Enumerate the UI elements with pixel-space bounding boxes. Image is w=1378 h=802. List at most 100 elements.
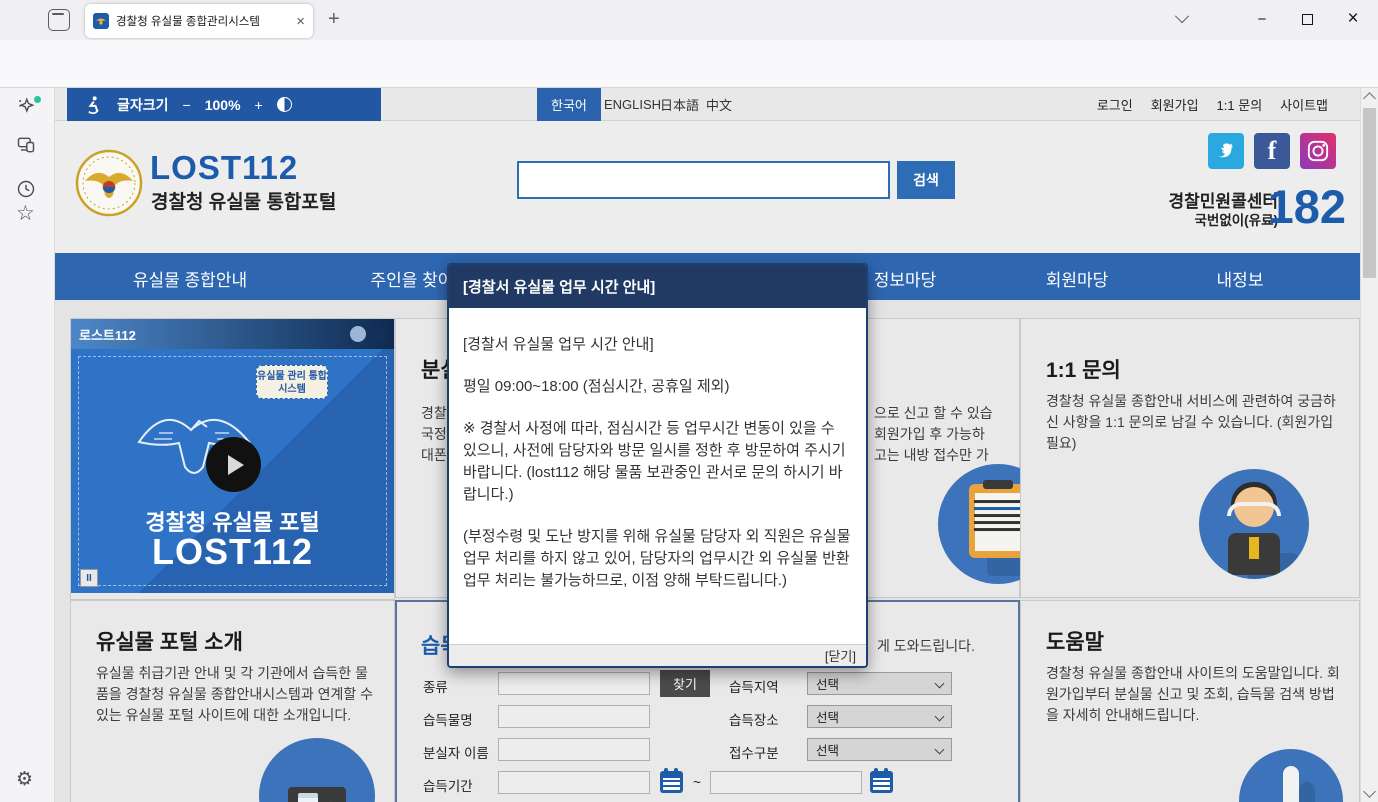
video-control-dot-light[interactable] (350, 326, 366, 342)
video-control-dot-dark[interactable] (370, 326, 386, 342)
field-label-receipt-type: 접수구분 (729, 742, 779, 762)
nav-item-myinfo[interactable]: 내정보 (1217, 266, 1264, 291)
modal-body: [경찰서 유실물 업무 시간 안내] 평일 09:00~18:00 (점심시간,… (449, 308, 866, 592)
lang-tab-japanese[interactable]: 日本語 (660, 88, 699, 121)
history-icon[interactable] (16, 179, 36, 199)
bookmarks-icon[interactable]: ☆ (16, 201, 35, 226)
nav-item-find-owner[interactable]: 주인을 찾아 (371, 266, 454, 291)
inquiry-card: 1:1 문의 경찰청 유실물 종합안내 서비스에 관련하여 궁금하신 사항을 1… (1020, 318, 1360, 598)
zoom-level: 100% (205, 97, 241, 113)
receipt-type-select[interactable]: 선택 (807, 738, 952, 761)
scrollbar-thumb[interactable] (1363, 108, 1376, 278)
inquiry-text: 경찰청 유실물 종합안내 서비스에 관련하여 궁금하신 사항을 1:1 문의로 … (1046, 391, 1342, 454)
police-emblem-logo (75, 143, 143, 223)
site-header: LOST112 경찰청 유실물 통합포털 검색 f 경찰민원콜센터 국번없이(유… (55, 121, 1360, 253)
nav-item-lost-guide[interactable]: 유실물 종합안내 (133, 266, 247, 291)
field-label-loser-name: 분실자 이름 (423, 742, 489, 762)
decrease-font-button[interactable]: − (183, 97, 191, 113)
lang-tab-chinese[interactable]: 中文 (706, 88, 732, 121)
page-scrollbar[interactable] (1360, 88, 1378, 802)
nav-item-member[interactable]: 회원마당 (1046, 266, 1109, 291)
tab-close-icon[interactable]: × (296, 13, 305, 30)
scroll-up-icon[interactable] (1363, 92, 1376, 105)
portal-intro-card: 유실물 포털 소개 유실물 취급기관 안내 및 각 기관에서 습득한 물품을 경… (70, 600, 395, 802)
instagram-icon[interactable] (1300, 133, 1336, 169)
new-tab-button[interactable]: + (328, 8, 340, 31)
tilde-separator: ~ (693, 775, 701, 790)
period-end-input[interactable] (710, 771, 862, 794)
help-title: 도움말 (1046, 626, 1104, 656)
field-label-kind: 종류 (423, 676, 448, 696)
twitter-icon[interactable] (1208, 133, 1244, 169)
portal-intro-text: 유실물 취급기관 안내 및 각 기관에서 습득한 물품을 경찰청 유실물 종합안… (96, 663, 376, 726)
maximize-button[interactable] (1285, 0, 1329, 38)
video-card-header: 로스트112 (71, 319, 394, 349)
help-card: 도움말 경찰청 유실물 종합안내 사이트의 도움말입니다. 회원가입부터 분실물… (1020, 600, 1360, 802)
call-center-number: 182 (1268, 179, 1346, 234)
play-button[interactable] (206, 437, 261, 492)
region-select[interactable]: 선택 (807, 672, 952, 695)
close-button[interactable]: × (1331, 0, 1375, 38)
video-card: 로스트112 유실물 관리 통합 시스템 경찰청 유실물 포털 LOST112 … (70, 318, 395, 600)
lang-tab-english[interactable]: ENGLISH (604, 88, 661, 121)
synced-tabs-icon[interactable] (16, 135, 36, 155)
increase-font-button[interactable]: + (255, 97, 263, 113)
pause-button[interactable]: II (80, 569, 98, 587)
tab-list-chevron-icon[interactable] (1160, 0, 1204, 38)
vertical-tabs-icon[interactable] (48, 9, 70, 31)
modal-header: [경찰서 유실물 업무 시간 안내] (449, 265, 866, 308)
lang-tab-korean[interactable]: 한국어 (537, 88, 601, 121)
help-icon[interactable] (1239, 749, 1343, 802)
search-button[interactable]: 검색 (897, 161, 955, 199)
monitor-icon[interactable] (259, 738, 375, 802)
inquiry-link[interactable]: 1:1 문의 (1217, 95, 1263, 114)
modal-close-button[interactable]: [닫기] (825, 646, 856, 665)
field-label-region: 습득지역 (729, 676, 779, 696)
browser-sidebar: ☆ ⚙ (0, 88, 55, 802)
business-hours-modal: [경찰서 유실물 업무 시간 안내] [경찰서 유실물 업무 시간 안내] 평일… (447, 263, 868, 668)
search-input[interactable] (517, 161, 890, 199)
field-label-place: 습득장소 (729, 709, 779, 729)
kind-input[interactable] (498, 672, 650, 695)
field-label-period: 습득기간 (423, 775, 473, 795)
call-center-subtitle: 국번없이(유료) (1194, 209, 1278, 229)
browser-tab[interactable]: 경찰청 유실물 종합관리시스템 × (85, 4, 313, 38)
inquiry-title[interactable]: 1:1 문의 (1046, 354, 1121, 384)
minimize-button[interactable]: − (1240, 0, 1284, 38)
sitemap-link[interactable]: 사이트맵 (1280, 95, 1328, 114)
found-search-helper: 게 도와드립니다. (877, 636, 975, 657)
font-size-control: 글자크기 − 100% + (67, 88, 381, 121)
scroll-down-icon[interactable] (1363, 785, 1376, 798)
login-link[interactable]: 로그인 (1097, 95, 1133, 114)
video-card-title: 로스트112 (79, 325, 136, 344)
accessibility-icon (83, 95, 103, 115)
tab-title: 경찰청 유실물 종합관리시스템 (116, 13, 289, 29)
lost-report-text-right: 으로 신고 할 수 있습회원가입 후 가능하고는 내방 접수만 가 (874, 403, 993, 466)
place-select[interactable]: 선택 (807, 705, 952, 728)
contrast-icon[interactable] (277, 97, 292, 112)
period-start-input[interactable] (498, 771, 650, 794)
video-speech-bubble: 유실물 관리 통합 시스템 (256, 365, 328, 399)
find-button[interactable]: 찾기 (660, 670, 710, 697)
item-name-input[interactable] (498, 705, 650, 728)
ai-sparkle-icon[interactable] (16, 96, 36, 116)
calendar-icon[interactable] (660, 771, 683, 793)
calendar-icon[interactable] (870, 771, 893, 793)
nav-item-info[interactable]: 정보마당 (874, 266, 937, 291)
utility-bar: 글자크기 − 100% + 한국어 ENGLISH 日本語 中文 로그인 회원가… (55, 88, 1360, 121)
loser-name-input[interactable] (498, 738, 650, 761)
page-content: 글자크기 − 100% + 한국어 ENGLISH 日本語 中文 로그인 회원가… (55, 88, 1360, 802)
field-label-item-name: 습득물명 (423, 709, 473, 729)
settings-gear-icon[interactable]: ⚙ (16, 768, 33, 791)
portal-intro-title: 유실물 포털 소개 (96, 626, 243, 656)
browser-window: 경찰청 유실물 종합관리시스템 × + − × ← → www.lost112.… (0, 0, 1378, 802)
headset-icon (1227, 502, 1281, 516)
counselor-icon[interactable] (1199, 469, 1309, 579)
help-text: 경찰청 유실물 종합안내 사이트의 도움말입니다. 회원가입부터 분실물 신고 … (1046, 663, 1342, 726)
facebook-icon[interactable]: f (1254, 133, 1290, 169)
modal-paragraph-1: ※ 경찰서 사정에 따라, 점심시간 등 업무시간 변동이 있을 수 있으니, … (463, 418, 852, 506)
video-player[interactable]: 유실물 관리 통합 시스템 경찰청 유실물 포털 LOST112 II (71, 349, 394, 593)
browser-toolbar: ← → www.lost112.go.kr ☆ (0, 40, 1378, 88)
signup-link[interactable]: 회원가입 (1151, 95, 1199, 114)
logo-title[interactable]: LOST112 (150, 149, 298, 187)
